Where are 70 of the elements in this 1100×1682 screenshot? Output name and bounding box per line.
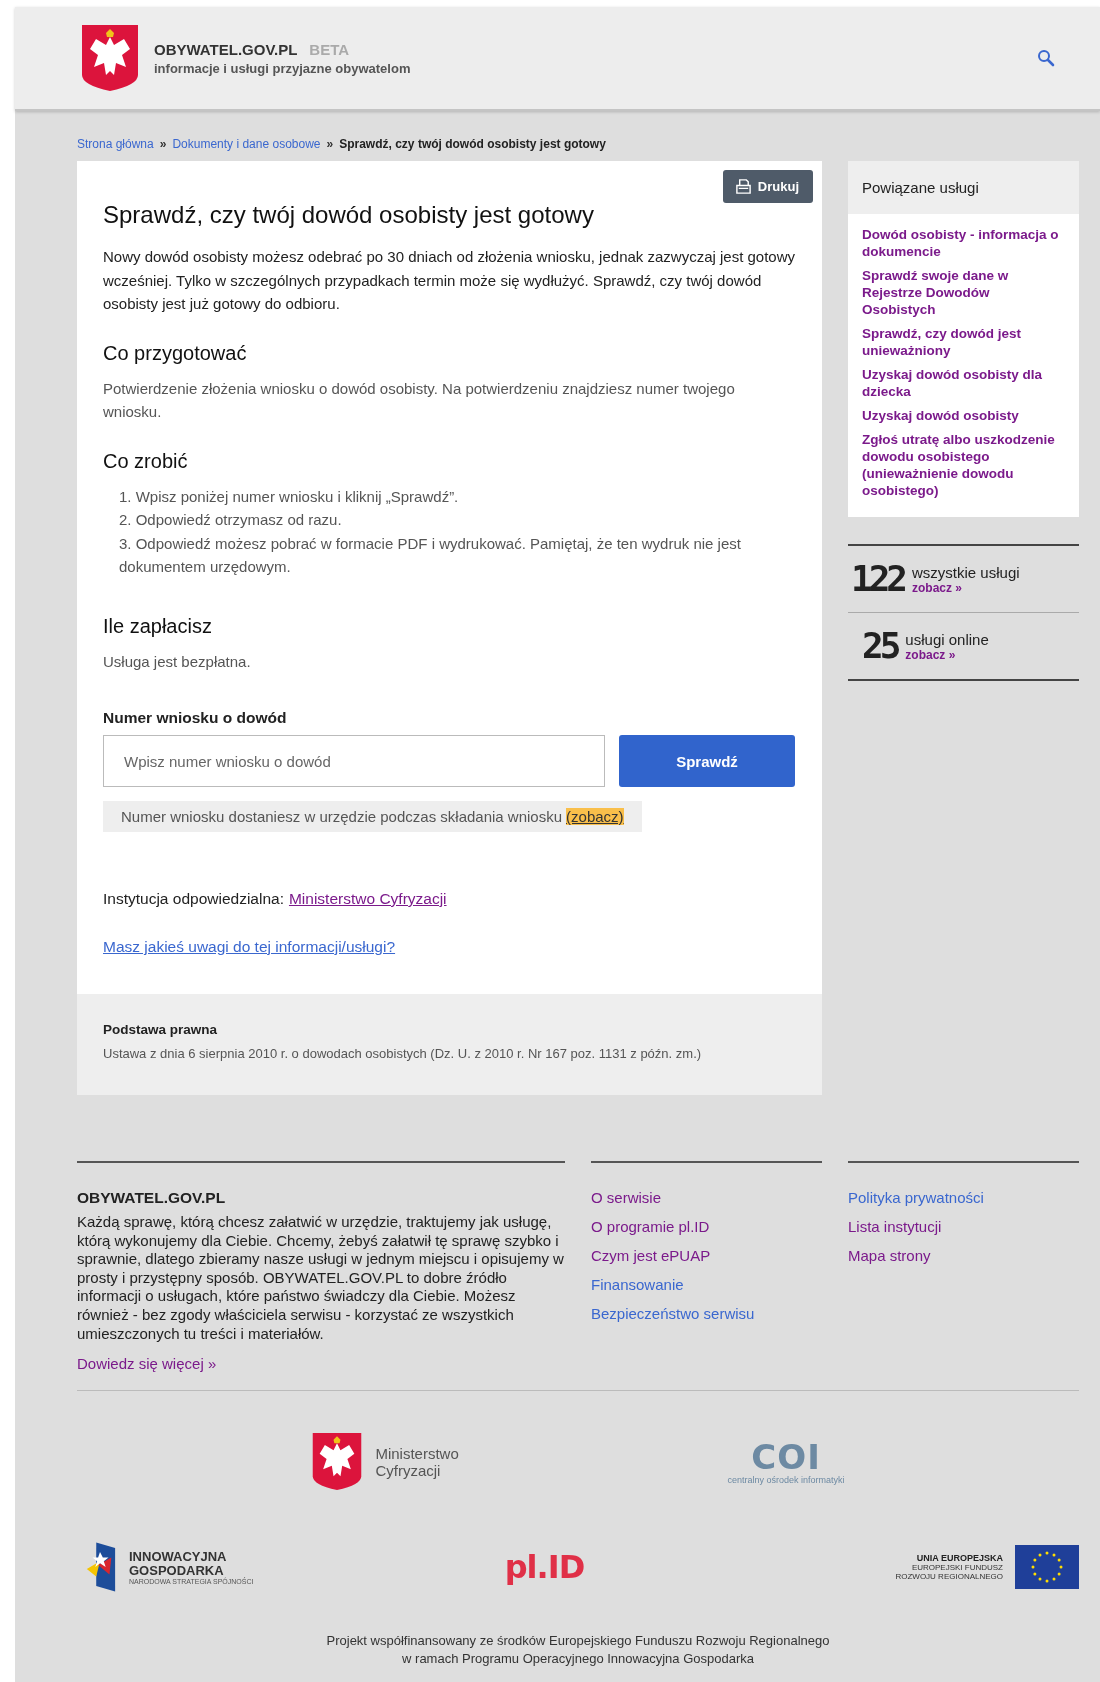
search-icon[interactable] [1037,49,1055,67]
section-heading: Co zrobić [103,449,189,473]
print-button[interactable]: Drukuj [722,170,813,203]
coi-logo: COI [751,1438,821,1475]
section-heading: Co przygotować [103,341,248,365]
footer-link[interactable]: O programie pl.ID [591,1218,822,1235]
step-item: 3. Odpowiedź możesz pobrać w formacie PDF i wydrukować. Pamiętaj, że ten wydruk nie jest dokumentem urzędowym. [119,533,742,577]
beta-label: BETA [309,40,350,58]
breadcrumb-current: Sprawdź, czy twój dowód osobisty jest gotowy [339,137,606,151]
stat-label: wszystkie usługi [912,563,1020,581]
coi-caption: centralny ośrodek informatyki [727,1474,845,1485]
breadcrumb-separator: » [326,137,334,151]
breadcrumb-link[interactable]: Dokumenty i dane osobowe [172,137,321,151]
footer-note: w ramach Programu Operacyjnego Innowacyjna Gospodarka [402,1650,754,1669]
eu-flag-icon [1015,1545,1079,1590]
logo-caption: ROZWOJU REGIONALNEGO [895,1572,1003,1582]
stat-number: 25 [862,625,898,667]
hint-text: Numer wniosku dostaniesz w urzędzie podczas składania wniosku [121,808,563,825]
breadcrumb-link[interactable]: Strona główna [77,137,154,151]
more-link[interactable]: Dowiedz się więcej » [77,1355,565,1373]
input-field[interactable]: Wpisz numer wniosku o dowód [103,735,605,787]
institution-link[interactable]: Ministerstwo Cyfryzacji [288,890,447,908]
footer-title: OBYWATEL.GOV.PL [77,1189,227,1207]
footer-link[interactable]: Polityka prywatności [848,1189,1079,1206]
logo-title: INNOWACYJNA [129,1549,228,1564]
check-button[interactable]: Sprawdź [619,735,795,787]
see-link[interactable]: (zobacz) [566,808,624,825]
page-title: Sprawdź, czy twój dowód osobisty jest gotowy [103,201,595,229]
related-link[interactable]: Dowód osobisty - informacja o dokumencie [862,226,1065,260]
footer-link[interactable]: Lista instytucji [848,1218,1079,1235]
footer-paragraph: Każdą sprawę, którą chcesz załatwić w urzędzie, traktujemy jak usługę, którą wykonujemy dla Ciebie. Chcemy, żebyś załatwił tę sprawę szybko i sprawnie, dlatego zbieramy nasze usługi w jednym miejscu i opisujemy w prosty i przystępny sposób. OBYWATEL.GOV.PL to dobre źródło informacji o usługach, które państwo świadczy dla Ciebie. Możesz również - bez zgody właściciela serwisu - korzystać ze wszystkich umieszczonych tu treści i materiałów. [77,1213,565,1344]
site-tagline: informacje i usługi przyjazne obywatelom [154,60,411,76]
logo-title: GOSPODARKA [129,1563,224,1578]
footer-link[interactable]: Mapa strony [848,1247,1079,1264]
ministry-name: Ministerstwo [375,1444,459,1462]
related-link[interactable]: Sprawdź, czy dowód jest unieważniony [862,325,1065,359]
section-text: Usługa jest bezpłatna. [103,651,252,672]
related-link[interactable]: Zgłoś utratę albo uszkodzenie dowodu osobistego (unieważnienie dowodu osobistego) [862,431,1065,499]
related-link[interactable]: Uzyskaj dowód osobisty dla dziecka [862,366,1065,400]
emblem-logo [311,1431,364,1493]
stat-number: 122 [851,558,905,600]
footer-link[interactable]: O serwisie [591,1189,822,1206]
see-link[interactable]: zobacz » [912,580,1020,595]
related-link[interactable]: Uzyskaj dowód osobisty [862,407,1065,424]
step-item: 2. Odpowiedź otrzymasz od razu. [119,510,343,530]
panel-heading: Powiązane usługi [848,161,1079,214]
footer-note: Projekt współfinansowany ze środków Europejskiego Funduszu Rozwoju Regionalnego [326,1632,830,1651]
emblem-logo[interactable] [80,23,140,93]
intro-paragraph: Nowy dowód osobisty możesz odebrać po 30 dniach od złożenia wniosku, jednak zazwyczaj jest gotowy wcześniej. Tylko w szczególnych przypadkach termin może się wydłużyć. Sprawdź, czy twój dowód osobisty jest już gotowy do odbioru. [103,247,797,314]
footer-link[interactable]: Finansowanie [591,1276,822,1293]
legal-text: Ustawa z dnia 6 sierpnia 2010 r. o dowodach osobistych (Dz. U. z 2010 r. Nr 167 poz. 1131 z późn. zm.) [103,1046,703,1061]
institution-label: Instytucja odpowiedzialna: [103,890,284,908]
step-item: 1. Wpisz poniżej numer wniosku i kliknij „Sprawdź”. [119,486,460,507]
breadcrumb-separator: » [159,137,167,151]
ministry-name: Cyfryzacji [375,1461,442,1479]
section-heading: Ile zapłacisz [103,614,213,638]
logo-caption: EUROPEJSKI FUNDUSZ [911,1563,1003,1573]
legal-heading: Podstawa prawna [103,1022,219,1037]
footer-link[interactable]: Bezpieczeństwo serwisu [591,1305,822,1322]
field-label: Numer wniosku o dowód [103,709,288,727]
plid-logo: pl.ID [504,1548,585,1587]
footer-link[interactable]: Czym jest ePUAP [591,1247,822,1264]
stat-label: usługi online [905,630,989,648]
section-text: Potwierdzenie złożenia wniosku o dowód osobisty. Na potwierdzeniu znajdziesz numer twojego wniosku. [103,378,736,422]
printer-icon [734,178,752,195]
see-link[interactable]: zobacz » [905,647,989,662]
logo-title: UNIA EUROPEJSKA [916,1553,1003,1564]
related-link[interactable]: Sprawdź swoje dane w Rejestrze Dowodów Osobistych [862,267,1065,318]
site-name[interactable]: OBYWATEL.GOV.PL [154,40,298,58]
feedback-link[interactable]: Masz jakieś uwagi do tej informacji/usługi? [103,938,396,956]
